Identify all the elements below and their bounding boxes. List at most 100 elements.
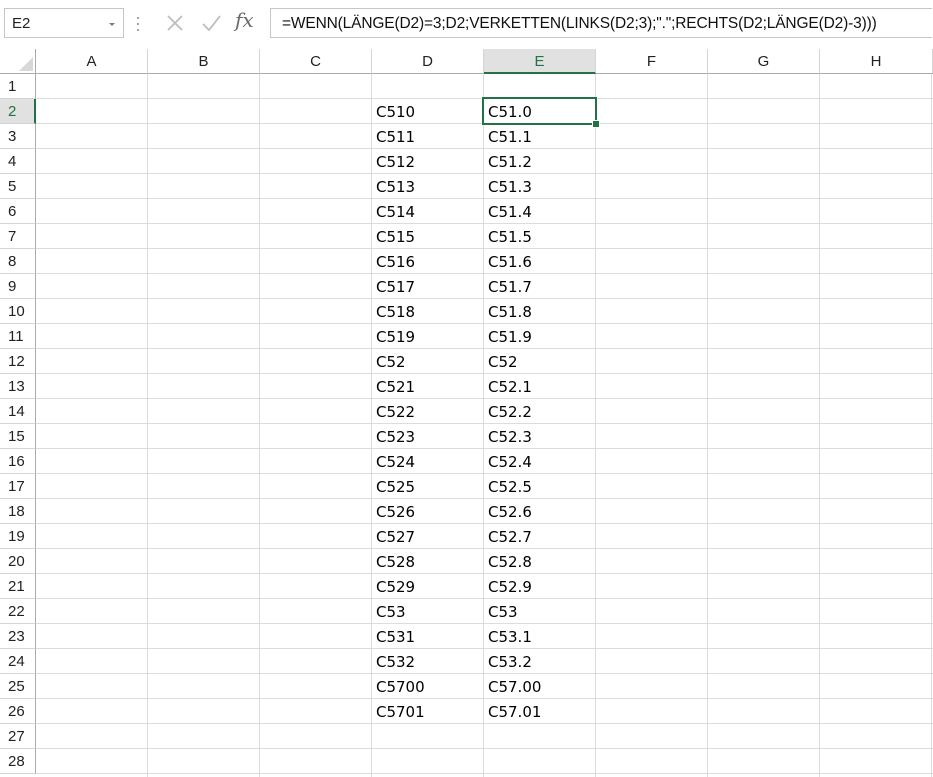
cell-e14[interactable]: C52.2 [484,399,596,424]
cell-e11[interactable]: C51.9 [484,324,596,349]
cell-e4[interactable]: C51.2 [484,149,596,174]
gridline-horizontal [36,773,933,774]
row-header-10[interactable]: 10 [0,299,36,324]
cell-e13[interactable]: C52.1 [484,374,596,399]
cell-e12[interactable]: C52 [484,349,596,374]
cell-d3[interactable]: C511 [372,124,484,149]
cancel-icon[interactable] [163,11,187,35]
cell-e7[interactable]: C51.5 [484,224,596,249]
name-box[interactable]: E2 [4,8,124,38]
row-header-20[interactable]: 20 [0,549,36,574]
row-header-13[interactable]: 13 [0,374,36,399]
fill-handle[interactable] [592,120,600,128]
cell-e24[interactable]: C53.2 [484,649,596,674]
cell-d16[interactable]: C524 [372,449,484,474]
column-header-g[interactable]: G [708,49,820,74]
spreadsheet-grid: ABCDEFGH 1 2 3 4 5 6 7 8 9 10 11 12 13 14 15 16 17 18 19 20… [0,49,933,777]
cell-e23[interactable]: C53.1 [484,624,596,649]
row-header-17[interactable]: 17 [0,474,36,499]
cell-d13[interactable]: C521 [372,374,484,399]
column-header-c[interactable]: C [260,49,372,74]
select-all-corner[interactable] [0,49,36,74]
chevron-down-icon[interactable] [106,18,118,30]
cell-d23[interactable]: C531 [372,624,484,649]
cell-d21[interactable]: C529 [372,574,484,599]
row-header-16[interactable]: 16 [0,449,36,474]
row-header-5[interactable]: 5 [0,174,36,199]
cell-e20[interactable]: C52.8 [484,549,596,574]
cell-d19[interactable]: C527 [372,524,484,549]
cell-d10[interactable]: C518 [372,299,484,324]
enter-check-icon[interactable] [199,11,223,35]
cell-e10[interactable]: C51.8 [484,299,596,324]
row-header-9[interactable]: 9 [0,274,36,299]
formula-input[interactable]: =WENN(LÄNGE(D2)=3;D2;VERKETTEN(LINKS(D2;… [270,8,932,38]
row-header-25[interactable]: 25 [0,674,36,699]
drag-dots-icon[interactable] [136,16,140,32]
row-header-7[interactable]: 7 [0,224,36,249]
cell-e22[interactable]: C53 [484,599,596,624]
cell-d2[interactable]: C510 [372,99,484,124]
cell-d7[interactable]: C515 [372,224,484,249]
formula-text: =WENN(LÄNGE(D2)=3;D2;VERKETTEN(LINKS(D2;… [282,15,877,32]
cell-d11[interactable]: C519 [372,324,484,349]
row-header-15[interactable]: 15 [0,424,36,449]
cell-d8[interactable]: C516 [372,249,484,274]
cell-d20[interactable]: C528 [372,549,484,574]
row-header-26[interactable]: 26 [0,699,36,724]
gridline-vertical [819,74,820,777]
insert-function-icon[interactable]: fx [235,8,261,32]
cell-e17[interactable]: C52.5 [484,474,596,499]
row-header-21[interactable]: 21 [0,574,36,599]
cell-d24[interactable]: C532 [372,649,484,674]
cell-e26[interactable]: C57.01 [484,699,596,724]
row-header-22[interactable]: 22 [0,599,36,624]
cell-e18[interactable]: C52.6 [484,499,596,524]
row-header-6[interactable]: 6 [0,199,36,224]
column-header-h[interactable]: H [820,49,933,74]
cell-d15[interactable]: C523 [372,424,484,449]
cell-d14[interactable]: C522 [372,399,484,424]
cell-e8[interactable]: C51.6 [484,249,596,274]
column-header-f[interactable]: F [596,49,708,74]
row-header-18[interactable]: 18 [0,499,36,524]
cell-d22[interactable]: C53 [372,599,484,624]
row-header-28[interactable]: 28 [0,749,36,774]
cell-e15[interactable]: C52.3 [484,424,596,449]
gridline-vertical [259,74,260,777]
row-header-8[interactable]: 8 [0,249,36,274]
row-header-19[interactable]: 19 [0,524,36,549]
cell-d26[interactable]: C5701 [372,699,484,724]
cells-area[interactable]: C510 C51.0 C511 C51.1 C512 C51.2 C513 C51.3 C514… [36,74,933,777]
cell-e5[interactable]: C51.3 [484,174,596,199]
cell-d5[interactable]: C513 [372,174,484,199]
cell-d9[interactable]: C517 [372,274,484,299]
row-header-14[interactable]: 14 [0,399,36,424]
row-header-4[interactable]: 4 [0,149,36,174]
row-header-27[interactable]: 27 [0,724,36,749]
row-header-24[interactable]: 24 [0,649,36,674]
cell-e3[interactable]: C51.1 [484,124,596,149]
cell-d12[interactable]: C52 [372,349,484,374]
row-header-3[interactable]: 3 [0,124,36,149]
row-header-12[interactable]: 12 [0,349,36,374]
row-header-1[interactable]: 1 [0,74,36,99]
cell-d18[interactable]: C526 [372,499,484,524]
row-header-23[interactable]: 23 [0,624,36,649]
row-header-11[interactable]: 11 [0,324,36,349]
cell-e21[interactable]: C52.9 [484,574,596,599]
cell-d6[interactable]: C514 [372,199,484,224]
cell-e6[interactable]: C51.4 [484,199,596,224]
cell-d25[interactable]: C5700 [372,674,484,699]
row-header-2[interactable]: 2 [0,99,36,124]
cell-e9[interactable]: C51.7 [484,274,596,299]
column-header-d[interactable]: D [372,49,484,74]
cell-e25[interactable]: C57.00 [484,674,596,699]
column-header-a[interactable]: A [36,49,148,74]
cell-d17[interactable]: C525 [372,474,484,499]
cell-e16[interactable]: C52.4 [484,449,596,474]
cell-e19[interactable]: C52.7 [484,524,596,549]
cell-d4[interactable]: C512 [372,149,484,174]
column-header-e[interactable]: E [484,49,596,74]
column-header-b[interactable]: B [148,49,260,74]
